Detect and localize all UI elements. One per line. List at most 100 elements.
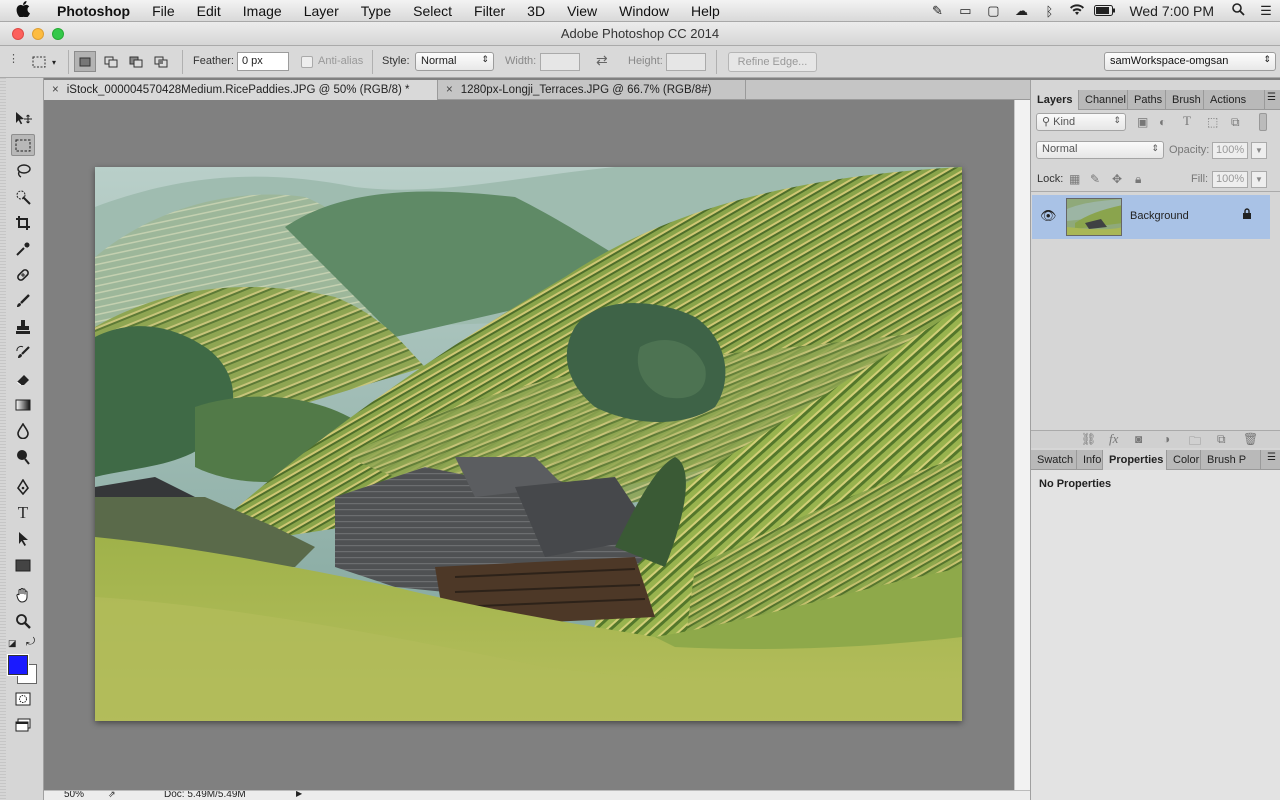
height-input[interactable]: [666, 53, 706, 71]
layer-filter-select[interactable]: ⚲ Kind ⇕: [1036, 113, 1126, 131]
link-layers-icon[interactable]: ⛓︎: [1081, 432, 1096, 446]
filter-shape-icon[interactable]: ⬚: [1207, 115, 1218, 129]
menu-layer[interactable]: Layer: [293, 3, 350, 19]
tab-actions[interactable]: Actions: [1204, 90, 1265, 110]
crop-tool-icon[interactable]: [11, 212, 35, 234]
history-brush-tool-icon[interactable]: [11, 342, 35, 364]
rectangle-tool-icon[interactable]: [11, 554, 35, 576]
adjustment-layer-icon[interactable]: ◑: [1163, 432, 1170, 446]
path-selection-tool-icon[interactable]: [11, 528, 35, 550]
style-select[interactable]: Normal ⇕: [415, 52, 494, 71]
quick-mask-icon[interactable]: [11, 688, 35, 710]
opacity-input[interactable]: 100%: [1212, 142, 1248, 159]
workspace-select[interactable]: samWorkspace-omgsan ⇕: [1104, 52, 1276, 71]
menu-view[interactable]: View: [556, 3, 608, 19]
vertical-scrollbar[interactable]: [1014, 100, 1030, 790]
clone-stamp-tool-icon[interactable]: [11, 316, 35, 338]
panel-menu-icon[interactable]: ☰: [1267, 92, 1276, 103]
tab-brush[interactable]: Brush: [1166, 90, 1204, 110]
refine-edge-button[interactable]: Refine Edge...: [728, 52, 817, 72]
layer-style-icon[interactable]: fx: [1109, 431, 1118, 447]
menu-image[interactable]: Image: [232, 3, 293, 19]
stop-icon[interactable]: ▢: [979, 3, 1007, 19]
wifi-icon[interactable]: [1063, 3, 1091, 19]
lock-image-icon[interactable]: ✎: [1090, 172, 1100, 186]
add-selection-icon[interactable]: [101, 51, 121, 72]
hand-tool-icon[interactable]: [11, 584, 35, 606]
move-tool-icon[interactable]: [11, 108, 35, 130]
intersect-selection-icon[interactable]: [151, 51, 171, 72]
delete-layer-icon[interactable]: 🗑︎: [1243, 432, 1258, 446]
menu-help[interactable]: Help: [680, 3, 731, 19]
zoom-level[interactable]: 50%: [64, 791, 84, 800]
zoom-window-button[interactable]: [52, 28, 64, 40]
marquee-preset-picker[interactable]: ▾: [24, 52, 64, 72]
lock-all-icon[interactable]: 🔒︎: [1135, 172, 1141, 187]
lasso-tool-icon[interactable]: [11, 160, 35, 182]
subtract-selection-icon[interactable]: [126, 51, 146, 72]
menu-window[interactable]: Window: [608, 3, 680, 19]
clock[interactable]: Wed 7:00 PM: [1119, 3, 1224, 19]
apple-icon[interactable]: [0, 0, 46, 21]
menu-type[interactable]: Type: [350, 3, 402, 19]
blend-mode-select[interactable]: Normal ⇕: [1036, 141, 1164, 159]
layer-name[interactable]: Background: [1130, 210, 1189, 222]
fill-input[interactable]: 100%: [1212, 171, 1248, 188]
swap-dimensions-icon[interactable]: ⇄: [596, 52, 608, 69]
filter-smart-object-icon[interactable]: ⧉: [1231, 115, 1240, 130]
tab-properties[interactable]: Properties: [1103, 450, 1167, 470]
tab-info[interactable]: Info: [1077, 450, 1103, 470]
menu-filter[interactable]: Filter: [463, 3, 516, 19]
menu-edit[interactable]: Edit: [186, 3, 232, 19]
type-tool-icon[interactable]: T: [11, 502, 35, 524]
doc-tab-rice-paddies[interactable]: × iStock_000004570428Medium.RicePaddies.J…: [44, 80, 438, 100]
minimize-window-button[interactable]: [32, 28, 44, 40]
panel-menu-icon[interactable]: ☰: [1267, 452, 1276, 463]
rectangular-marquee-tool-icon[interactable]: [11, 134, 35, 156]
pen-icon[interactable]: ✎: [923, 3, 951, 19]
tab-brush-presets[interactable]: Brush P: [1201, 450, 1261, 470]
menu-photoshop[interactable]: Photoshop: [46, 3, 141, 19]
airplay-icon[interactable]: ▭: [951, 3, 979, 19]
eyedropper-tool-icon[interactable]: [11, 238, 35, 260]
new-layer-icon[interactable]: ⧉: [1217, 432, 1226, 447]
eraser-tool-icon[interactable]: [11, 368, 35, 390]
quick-selection-tool-icon[interactable]: [11, 186, 35, 208]
blur-tool-icon[interactable]: [11, 420, 35, 442]
tab-swatches[interactable]: Swatch: [1031, 450, 1077, 470]
menu-select[interactable]: Select: [402, 3, 463, 19]
filter-type-icon[interactable]: T: [1183, 113, 1191, 129]
lock-position-icon[interactable]: ✥: [1112, 172, 1122, 186]
close-tab-icon[interactable]: ×: [446, 84, 453, 96]
healing-brush-tool-icon[interactable]: [11, 264, 35, 286]
cloud-icon[interactable]: ☁: [1007, 3, 1035, 19]
filter-adjustment-icon[interactable]: ◐: [1159, 115, 1166, 129]
menu-3d[interactable]: 3D: [516, 3, 556, 19]
default-colors-icon[interactable]: ◪: [8, 638, 17, 649]
close-window-button[interactable]: [12, 28, 24, 40]
search-icon[interactable]: [1224, 3, 1252, 19]
pen-tool-icon[interactable]: [11, 476, 35, 498]
share-icon[interactable]: ⇗: [108, 791, 116, 800]
filter-pixel-icon[interactable]: ▣: [1137, 115, 1148, 129]
fill-dropdown-icon[interactable]: ▼: [1251, 171, 1267, 188]
screen-mode-icon[interactable]: [11, 714, 35, 736]
battery-icon[interactable]: [1091, 4, 1119, 19]
document-image-rice-terraces[interactable]: [95, 167, 962, 721]
tab-paths[interactable]: Paths: [1128, 90, 1166, 110]
tab-channels[interactable]: Channel: [1079, 90, 1128, 110]
tab-color[interactable]: Color: [1167, 450, 1201, 470]
zoom-tool-icon[interactable]: [11, 610, 35, 632]
antialias-checkbox[interactable]: [301, 56, 313, 68]
layer-row-background[interactable]: 👁︎ Background: [1032, 195, 1270, 239]
close-tab-icon[interactable]: ×: [52, 84, 59, 96]
status-menu-arrow-icon[interactable]: ▶: [296, 791, 302, 798]
brush-tool-icon[interactable]: [11, 290, 35, 312]
add-mask-icon[interactable]: ◙: [1135, 432, 1142, 446]
doc-tab-longji-terraces[interactable]: × 1280px-Longji_Terraces.JPG @ 66.7% (RGB…: [438, 80, 746, 100]
menu-file[interactable]: File: [141, 3, 186, 19]
width-input[interactable]: [540, 53, 580, 71]
gradient-tool-icon[interactable]: [11, 394, 35, 416]
foreground-color-swatch[interactable]: [7, 654, 29, 676]
new-selection-icon[interactable]: [74, 51, 96, 72]
